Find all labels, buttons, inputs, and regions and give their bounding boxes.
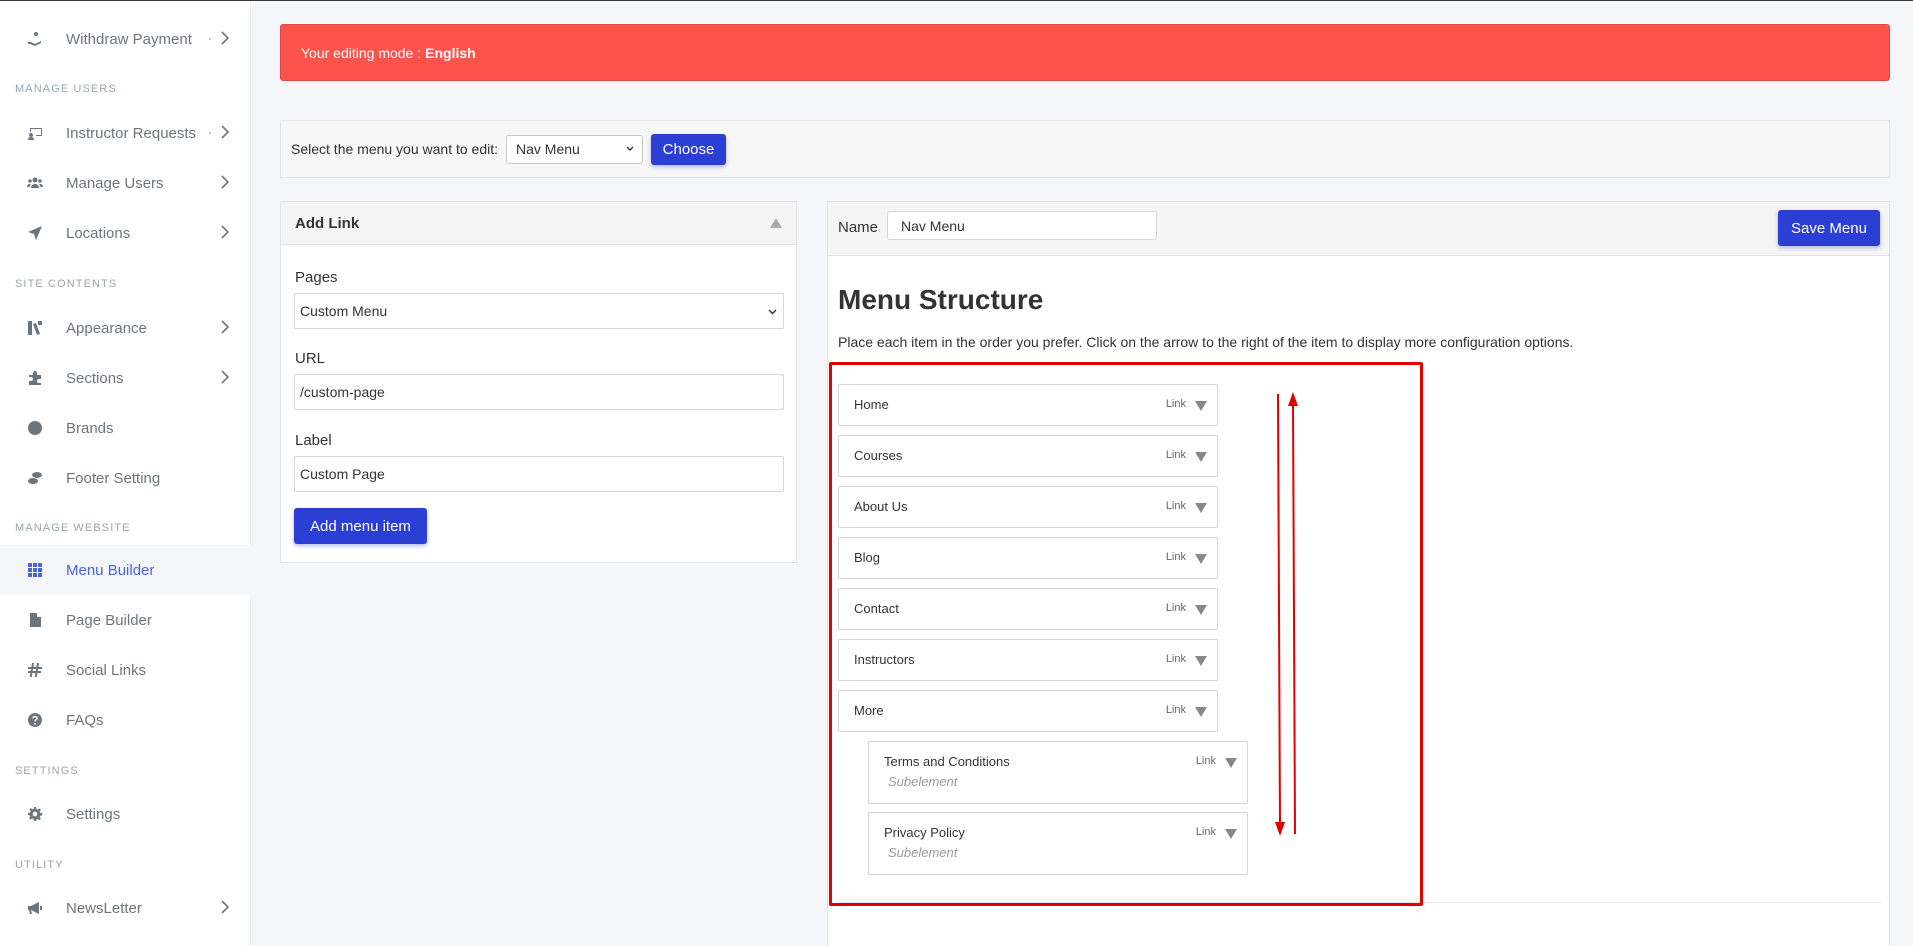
dot (209, 38, 211, 40)
top-border (0, 0, 1913, 1)
chevron-right-icon (221, 370, 229, 384)
location-arrow-icon (26, 224, 44, 242)
sidebar-item-locations[interactable]: Locations (0, 208, 251, 258)
menu-select-dropdown[interactable]: Nav Menu (506, 134, 644, 164)
chevron-down-icon (768, 309, 777, 315)
chevron-right-icon (221, 175, 229, 189)
alert-prefix: Your editing mode : (301, 44, 422, 61)
menu-name-label: Name (838, 219, 879, 236)
chevron-right-icon (221, 31, 229, 45)
chevron-down-icon (626, 146, 634, 151)
users-icon (26, 174, 44, 192)
label-label: Label (295, 432, 332, 449)
alert-language: English (425, 44, 476, 61)
sidebar-item-label: Footer Setting (66, 469, 161, 487)
chevron-right-icon (221, 225, 229, 239)
sidebar-item-instructor-requests[interactable]: Instructor Requests (0, 108, 251, 158)
add-link-header[interactable]: Add Link (281, 202, 796, 245)
sidebar-item-label: Manage Users (66, 174, 164, 192)
sidebar-item-manage-users[interactable]: Manage Users (0, 158, 251, 208)
puzzle-icon (26, 369, 44, 387)
copyright-icon (26, 419, 44, 437)
sidebar-item-footer-setting[interactable]: Footer Setting (0, 453, 251, 503)
hand-coin-icon (26, 30, 44, 48)
sidebar-item-withdraw-payment[interactable]: Withdraw Payment (0, 14, 251, 64)
chalkboard-user-icon (26, 124, 44, 142)
sidebar-item-settings[interactable]: Settings (0, 789, 251, 839)
menu-select-bar: Select the menu you want to edit: Nav Me… (280, 120, 1890, 178)
url-label: URL (295, 350, 326, 367)
megaphone-icon (26, 899, 44, 917)
add-menu-item-button[interactable]: Add menu item (294, 508, 427, 544)
sidebar-item-label: FAQs (66, 711, 104, 729)
pages-select[interactable]: Custom Menu (294, 293, 784, 329)
url-input[interactable]: /custom-page (294, 374, 784, 410)
choose-button[interactable]: Choose (651, 133, 727, 165)
grid-icon (26, 561, 44, 579)
sidebar-item-label: Sections (66, 369, 124, 387)
sidebar-item-label: Brands (66, 419, 114, 437)
sidebar-item-label: Appearance (66, 319, 147, 337)
sidebar-item-menu-builder[interactable]: Menu Builder (0, 545, 251, 595)
sidebar-item-label: Page Builder (66, 611, 152, 629)
shoe-print-icon (26, 469, 44, 487)
sidebar-item-newsletter[interactable]: NewsLetter (0, 883, 251, 933)
dot (209, 132, 211, 134)
chevron-right-icon (221, 125, 229, 139)
sidebar-heading-manage-website: MANAGE WEBSITE (15, 522, 131, 534)
sidebar-item-sections[interactable]: Sections (0, 353, 251, 403)
sidebar-item-faqs[interactable]: FAQs (0, 695, 251, 745)
add-link-panel: Add Link Pages Custom Menu URL /custom-p… (280, 201, 797, 563)
file-icon (26, 611, 44, 629)
menu-structure-title: Menu Structure (838, 284, 1044, 315)
sidebar-item-label: Social Links (66, 661, 147, 679)
sidebar-item-brands[interactable]: Brands (0, 403, 251, 453)
sidebar-item-label: Instructor Requests (66, 124, 197, 142)
sidebar-item-label: Withdraw Payment (66, 30, 192, 48)
menu-select-label: Select the menu you want to edit: (291, 141, 499, 157)
sidebar-heading-site-contents: SITE CONTENTS (15, 278, 118, 290)
sidebar-item-page-builder[interactable]: Page Builder (0, 595, 251, 645)
sidebar-item-label: Menu Builder (66, 561, 155, 579)
annotation-highlight-box (829, 362, 1423, 906)
hashtag-icon (26, 661, 44, 679)
sidebar-heading-settings: SETTINGS (15, 765, 79, 777)
sidebar-item-appearance[interactable]: Appearance (0, 303, 251, 353)
sidebar-item-social-links[interactable]: Social Links (0, 645, 251, 695)
menu-structure-description: Place each item in the order you prefer.… (838, 334, 1574, 350)
sidebar-item-label: NewsLetter (66, 899, 142, 917)
menu-name-input[interactable]: Nav Menu (887, 211, 1157, 240)
gear-icon (26, 805, 44, 823)
menu-select-value: Nav Menu (516, 141, 580, 157)
editing-mode-alert: Your editing mode : English (280, 24, 1890, 81)
sidebar: Withdraw Payment MANAGE USERS Instructor… (0, 1, 251, 946)
sidebar-heading-utility: UTILITY (15, 859, 64, 871)
pages-select-value: Custom Menu (300, 303, 388, 319)
sidebar-heading-manage-users: MANAGE USERS (15, 83, 117, 95)
chevron-right-icon (221, 900, 229, 914)
menu-name-bar: Name Nav Menu Save Menu (828, 202, 1889, 256)
question-circle-icon (26, 711, 44, 729)
chevron-right-icon (221, 320, 229, 334)
palette-icon (26, 319, 44, 337)
save-menu-button[interactable]: Save Menu (1778, 210, 1880, 246)
reorder-arrows-annotation (1275, 392, 1298, 836)
sidebar-item-label: Locations (66, 224, 131, 242)
label-input[interactable]: Custom Page (294, 456, 784, 492)
add-link-title: Add Link (295, 214, 360, 232)
collapse-triangle-icon[interactable] (770, 218, 782, 228)
pages-label: Pages (295, 269, 338, 286)
sidebar-item-label: Settings (66, 805, 121, 823)
